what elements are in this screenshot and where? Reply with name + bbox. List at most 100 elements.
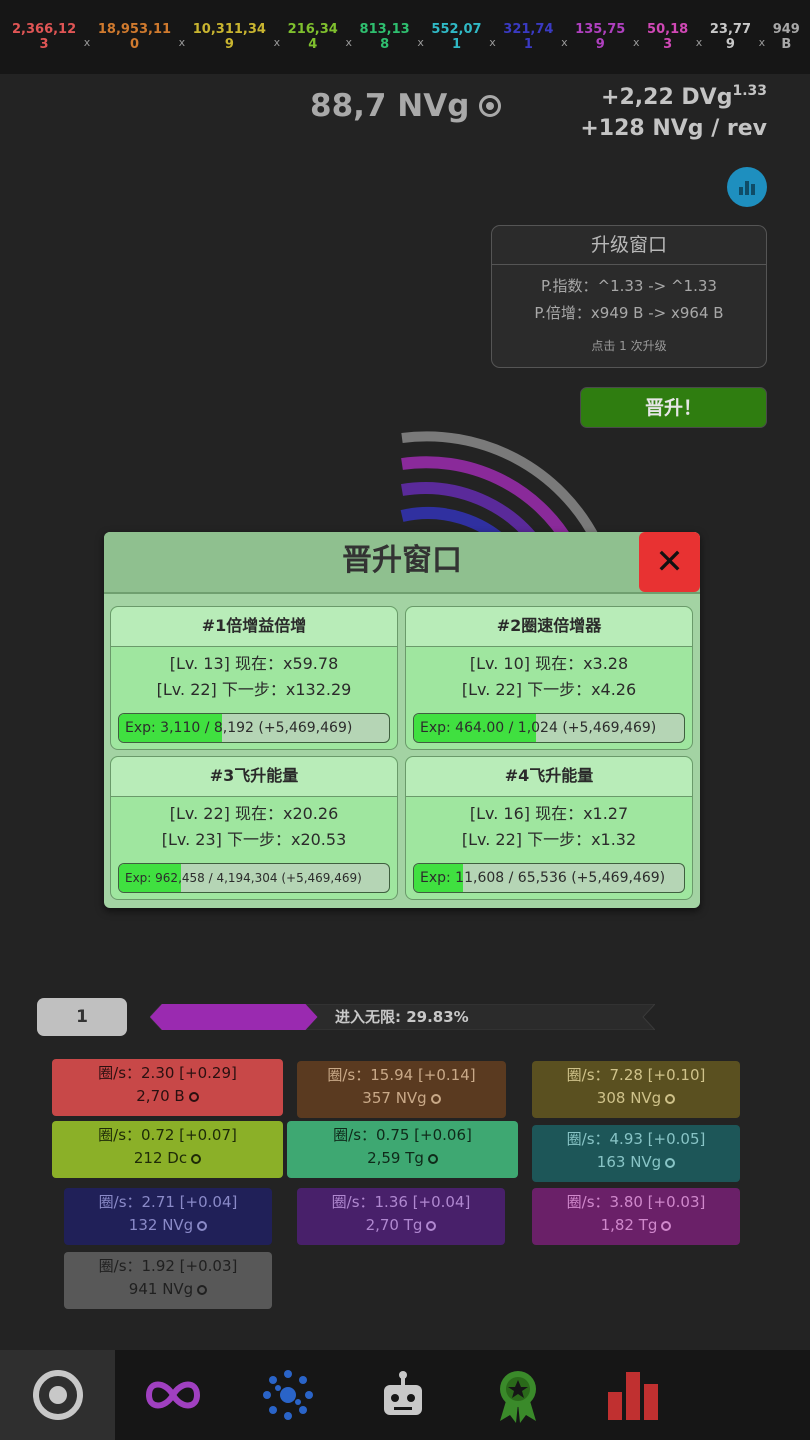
multiplier-2: 18,953,11 0 — [98, 22, 171, 52]
tile-rate: 圈/s：0.72 [+0.07] — [98, 1126, 237, 1144]
multiplier-1: 2,366,12 3 — [12, 22, 76, 52]
modal-title: 晋升窗口 — [104, 532, 700, 594]
robot-icon — [383, 1371, 422, 1415]
multiply-separator: x — [632, 35, 640, 49]
ring-icon — [188, 1092, 199, 1102]
ring-tile-1[interactable]: 圈/s：2.30 [+0.29] 2,70 B — [52, 1059, 283, 1116]
upgrade-window[interactable]: 升级窗口 P.指数：^1.33 -> ^1.33 P.倍增：x949 B -> … — [491, 225, 767, 368]
multiply-separator: x — [345, 35, 352, 49]
ring-tile-4[interactable]: 圈/s：0.72 [+0.07] 212 Dc — [52, 1121, 283, 1178]
rate-dvg: +2,22 DVg — [601, 85, 733, 110]
tile-rate: 圈/s：2.71 [+0.04] — [98, 1193, 238, 1211]
multiplier-value: 50,18 — [647, 22, 689, 37]
card-now: [Lv. 13] 现在：x59.78 — [169, 654, 339, 673]
multiply-separator: x — [417, 35, 424, 49]
ring-tile-3[interactable]: 圈/s：7.28 [+0.10] 308 NVg — [532, 1061, 740, 1118]
nav-stats[interactable] — [575, 1350, 690, 1440]
upgrade-multiplier-line: P.倍增：x949 B -> x964 B — [534, 304, 724, 322]
tile-amount: 2,70 B — [136, 1087, 185, 1105]
nav-rings[interactable] — [0, 1350, 115, 1440]
dots-icon — [262, 1370, 313, 1420]
promo-card-2[interactable]: #2圈速倍增器 [Lv. 10] 现在：x3.28 [Lv. 22] 下一步：x… — [405, 606, 693, 750]
stats-button[interactable] — [727, 167, 767, 207]
tile-amount-row: 308 NVg — [532, 1087, 740, 1110]
multiply-separator: x — [561, 35, 568, 49]
bottom-nav — [0, 1350, 810, 1440]
nav-extra[interactable] — [690, 1350, 805, 1440]
multiply-separator: x — [83, 35, 91, 49]
multiplier-bar: 2,366,12 3 x 18,953,11 0 x 10,311,34 9 x 216,34 4 x… — [0, 0, 810, 74]
promo-card-4[interactable]: #4飞升能量 [Lv. 16] 现在：x1.27 [Lv. 22] 下一步：x1… — [405, 756, 693, 900]
multiplier-value: 135,75 — [575, 22, 626, 37]
multiplier-value: 321,74 — [503, 22, 554, 37]
promo-card-1[interactable]: #1倍增益倍增 [Lv. 13] 现在：x59.78 [Lv. 22] 下一步：… — [110, 606, 398, 750]
upgrade-hint: 点击 1 次升级 — [591, 339, 667, 353]
ring-tile-2[interactable]: 圈/s：15.94 [+0.14] 357 NVg — [297, 1061, 506, 1118]
exp-bar: Exp: 11,608 / 65,536 (+5,469,469) — [413, 863, 685, 893]
tile-amount-row: 212 Dc — [52, 1147, 283, 1170]
promo-card-3[interactable]: #3飞升能量 [Lv. 22] 现在：x20.26 [Lv. 23] 下一步：x… — [110, 756, 398, 900]
stats-icon-bar — [751, 184, 755, 195]
multiplier-6: 552,07 1 — [431, 22, 481, 52]
ring-tile-8[interactable]: 圈/s：1.36 [+0.04] 2,70 Tg — [297, 1188, 505, 1245]
rate-exponent: 1.33 — [732, 83, 767, 99]
tile-amount-row: 357 NVg — [297, 1087, 506, 1110]
multiplier-value: 949 — [772, 22, 800, 37]
tile-amount-row: 2,70 B — [52, 1085, 283, 1108]
card-next: [Lv. 22] 下一步：x1.32 — [461, 830, 637, 849]
tile-rate: 圈/s：1.36 [+0.04] — [331, 1193, 471, 1211]
exp-text: Exp: 962,458 / 4,194,304 (+5,469,469) — [125, 871, 362, 885]
tile-rate: 圈/s：2.30 [+0.29] — [98, 1064, 237, 1082]
ring-icon — [197, 1285, 208, 1295]
rate-per-rev: +128 NVg / rev — [580, 116, 767, 141]
multiplier-value: 216,34 — [287, 22, 338, 37]
card-now: [Lv. 22] 现在：x20.26 — [169, 804, 339, 823]
tile-amount: 941 NVg — [128, 1280, 194, 1298]
close-icon: ✕ — [655, 542, 684, 582]
nav-dots[interactable] — [230, 1350, 345, 1440]
card-title: #4飞升能量 — [406, 757, 692, 797]
tile-rate: 圈/s：4.93 [+0.05] — [566, 1130, 706, 1148]
multiplier-8: 135,75 9 — [575, 22, 625, 52]
card-next: [Lv. 22] 下一步：x132.29 — [156, 680, 352, 699]
stats-icon-bar — [745, 181, 749, 195]
tile-amount: 1,82 Tg — [600, 1216, 658, 1234]
multiplier-value: 813,13 — [359, 22, 410, 37]
exp-text: Exp: 3,110 / 8,192 (+5,469,469) — [125, 720, 353, 736]
card-title: #1倍增益倍增 — [111, 607, 397, 647]
card-next: [Lv. 22] 下一步：x4.26 — [461, 680, 637, 699]
level-box[interactable]: 1 — [37, 998, 127, 1036]
tile-amount: 2,70 Tg — [365, 1216, 423, 1234]
ring-icon — [427, 1154, 438, 1164]
stats-icon — [607, 1372, 658, 1420]
tile-rate: 圈/s：1.92 [+0.03] — [98, 1257, 238, 1275]
tile-amount: 212 Dc — [133, 1149, 188, 1167]
stats-icon — [739, 187, 743, 195]
nav-robot[interactable] — [345, 1350, 460, 1440]
close-button[interactable]: ✕ — [639, 532, 700, 592]
upgrade-window-title: 升级窗口 — [492, 226, 766, 265]
tile-amount-row: 163 NVg — [532, 1151, 740, 1174]
multiplier-suffix: 1 — [523, 37, 533, 52]
exp-bar: Exp: 3,110 / 8,192 (+5,469,469) — [118, 713, 390, 743]
tile-amount: 308 NVg — [596, 1089, 662, 1107]
multiplier-value: 2,366,12 — [12, 22, 77, 37]
ring-icon — [665, 1094, 676, 1104]
exp-text: Exp: 464.00 / 1,024 (+5,469,469) — [420, 720, 657, 736]
multiplier-suffix: B — [781, 37, 792, 52]
ring-icon — [661, 1221, 672, 1231]
nav-infinity[interactable] — [115, 1350, 230, 1440]
ring-tile-6[interactable]: 圈/s：4.93 [+0.05] 163 NVg — [532, 1125, 740, 1182]
multiplier-10: 23,77 9 — [710, 22, 751, 52]
multiplier-value: 18,953,11 — [97, 22, 172, 37]
ring-tile-7[interactable]: 圈/s：2.71 [+0.04] 132 NVg — [64, 1188, 272, 1245]
promote-button[interactable]: 晋升！ — [580, 387, 767, 428]
nav-medal[interactable] — [460, 1350, 575, 1440]
multiply-separator: x — [758, 35, 766, 49]
multiplier-11: 949 B — [773, 22, 800, 52]
currency-display: 88,7 NVg — [310, 88, 502, 124]
ring-tile-9[interactable]: 圈/s：3.80 [+0.03] 1,82 Tg — [532, 1188, 740, 1245]
ring-tile-10[interactable]: 圈/s：1.92 [+0.03] 941 NVg — [64, 1252, 272, 1309]
tile-amount: 132 NVg — [128, 1216, 194, 1234]
ring-tile-5[interactable]: 圈/s：0.75 [+0.06] 2,59 Tg — [287, 1121, 518, 1178]
